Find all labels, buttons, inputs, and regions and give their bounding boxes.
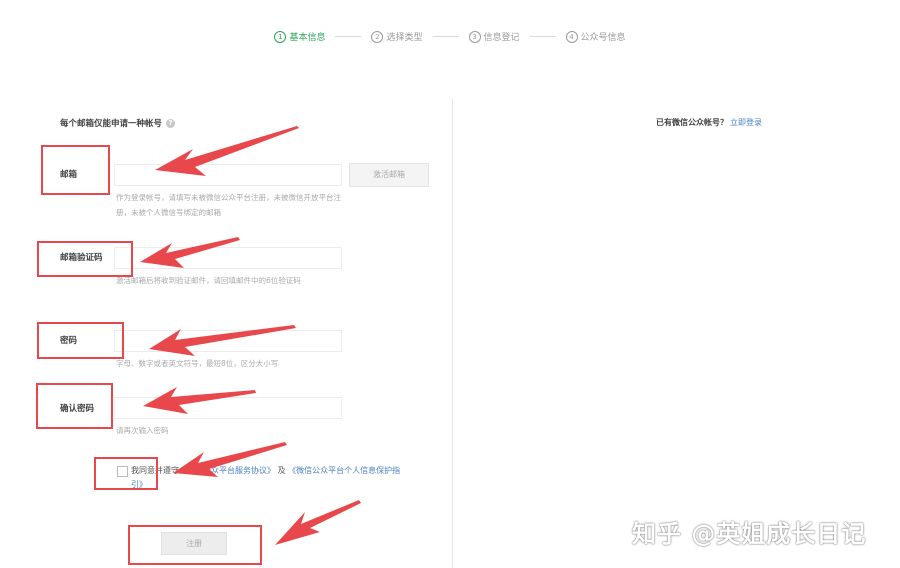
password-help: 字母、数字或者英文符号，最短8位，区分大小写	[116, 359, 279, 368]
annotation-box-password	[37, 322, 124, 359]
step-label: 信息登记	[483, 33, 520, 43]
step-account-info: 4 公众号信息	[565, 30, 626, 43]
service-agreement-link[interactable]: 《微信公众平台服务协议》	[179, 466, 275, 475]
arrow-submit-icon	[275, 500, 361, 545]
email-input[interactable]	[114, 164, 342, 186]
confirm-password-input[interactable]	[114, 397, 342, 419]
watermark: 知乎 @英姐成长日记	[632, 520, 867, 548]
email-code-input[interactable]	[114, 247, 342, 269]
login-prompt: 已有微信公众帐号？ 立即登录	[656, 117, 762, 128]
email-help: 作为登录帐号，请填写未被微信公众平台注册，未被微信开放平台注册，未被个人微信号绑…	[116, 193, 341, 217]
step-number: 4	[565, 30, 578, 43]
annotation-box-email	[41, 145, 110, 195]
form-hint-text: 每个邮箱仅能申请一种帐号	[60, 119, 163, 129]
step-number: 2	[371, 30, 384, 43]
step-connector	[335, 36, 362, 37]
login-link[interactable]: 立即登录	[730, 118, 762, 127]
step-basic-info: 1 基本信息	[274, 30, 325, 43]
annotation-box-code	[37, 241, 133, 277]
step-connector	[432, 36, 459, 37]
login-prompt-text: 已有微信公众帐号？	[656, 118, 728, 127]
question-icon[interactable]: ?	[166, 118, 176, 128]
column-divider	[452, 98, 453, 568]
form-hint: 每个邮箱仅能申请一种帐号 ?	[60, 117, 176, 129]
annotation-box-submit	[128, 525, 262, 565]
step-number: 1	[274, 30, 287, 43]
agreement-text: 我同意并遵守《微信公众平台服务协议》 及 《微信公众平台个人信息保护指引》	[131, 464, 406, 492]
activate-email-button[interactable]: 激活邮箱	[349, 163, 429, 187]
password-input[interactable]	[114, 330, 342, 352]
step-label: 公众号信息	[580, 33, 626, 43]
progress-steps: 1 基本信息 2 选择类型 3 信息登记 4 公众号信息	[0, 30, 900, 43]
annotation-box-checkbox	[94, 457, 158, 490]
step-connector	[529, 36, 556, 37]
step-number: 3	[468, 30, 481, 43]
step-select-type: 2 选择类型	[371, 30, 423, 43]
step-info-register: 3 信息登记	[468, 30, 520, 43]
step-label: 基本信息	[289, 33, 326, 43]
annotation-box-confirm	[36, 383, 113, 429]
email-code-help: 激活邮箱后将收到验证邮件，请回填邮件中的6位验证码	[116, 276, 301, 285]
confirm-password-help: 请再次输入密码	[116, 426, 169, 435]
step-label: 选择类型	[386, 33, 423, 43]
agreement-and: 及	[277, 466, 286, 475]
